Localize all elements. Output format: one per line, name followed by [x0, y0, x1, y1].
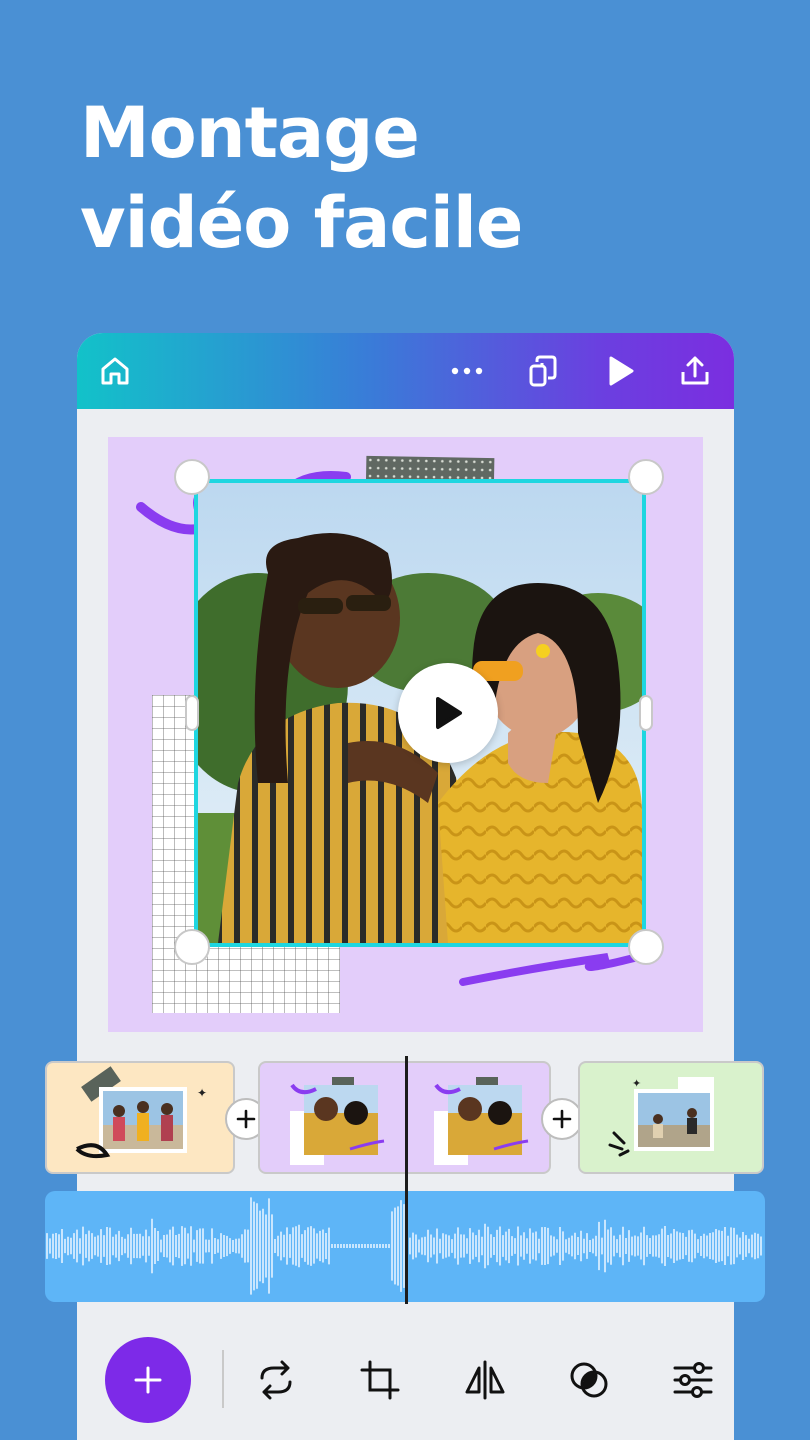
- more-icon[interactable]: [447, 351, 487, 391]
- svg-text:✦: ✦: [632, 1077, 641, 1090]
- flip-icon[interactable]: [461, 1356, 509, 1404]
- headline: Montage vidéo facile: [80, 88, 523, 268]
- replace-icon[interactable]: [252, 1356, 300, 1404]
- resize-handle-top-left[interactable]: [174, 459, 210, 495]
- effects-icon[interactable]: [565, 1356, 613, 1404]
- timeline-clip-1[interactable]: ✦: [45, 1061, 235, 1174]
- resize-handle-left[interactable]: [185, 695, 199, 731]
- resize-handle-top-right[interactable]: [628, 459, 664, 495]
- editor-top-bar: [77, 333, 734, 409]
- share-icon[interactable]: [675, 351, 715, 391]
- timeline-clip-3[interactable]: ✦: [578, 1061, 764, 1174]
- headline-line-1: Montage: [80, 92, 420, 174]
- resize-handle-bottom-right[interactable]: [628, 929, 664, 965]
- add-element-button[interactable]: [105, 1337, 191, 1423]
- playhead[interactable]: [405, 1056, 408, 1304]
- pages-icon[interactable]: [523, 351, 563, 391]
- play-icon[interactable]: [601, 351, 641, 391]
- toolbar-divider: [222, 1350, 224, 1408]
- design-canvas[interactable]: [108, 437, 703, 1032]
- add-transition-button-2[interactable]: [541, 1098, 583, 1140]
- headline-line-2: vidéo facile: [80, 182, 523, 264]
- adjust-icon[interactable]: [669, 1356, 717, 1404]
- resize-handle-right[interactable]: [639, 695, 653, 731]
- video-play-button[interactable]: [398, 663, 498, 763]
- resize-handle-bottom-left[interactable]: [174, 929, 210, 965]
- svg-text:✦: ✦: [197, 1086, 207, 1100]
- home-icon[interactable]: [95, 351, 135, 391]
- crop-icon[interactable]: [356, 1356, 404, 1404]
